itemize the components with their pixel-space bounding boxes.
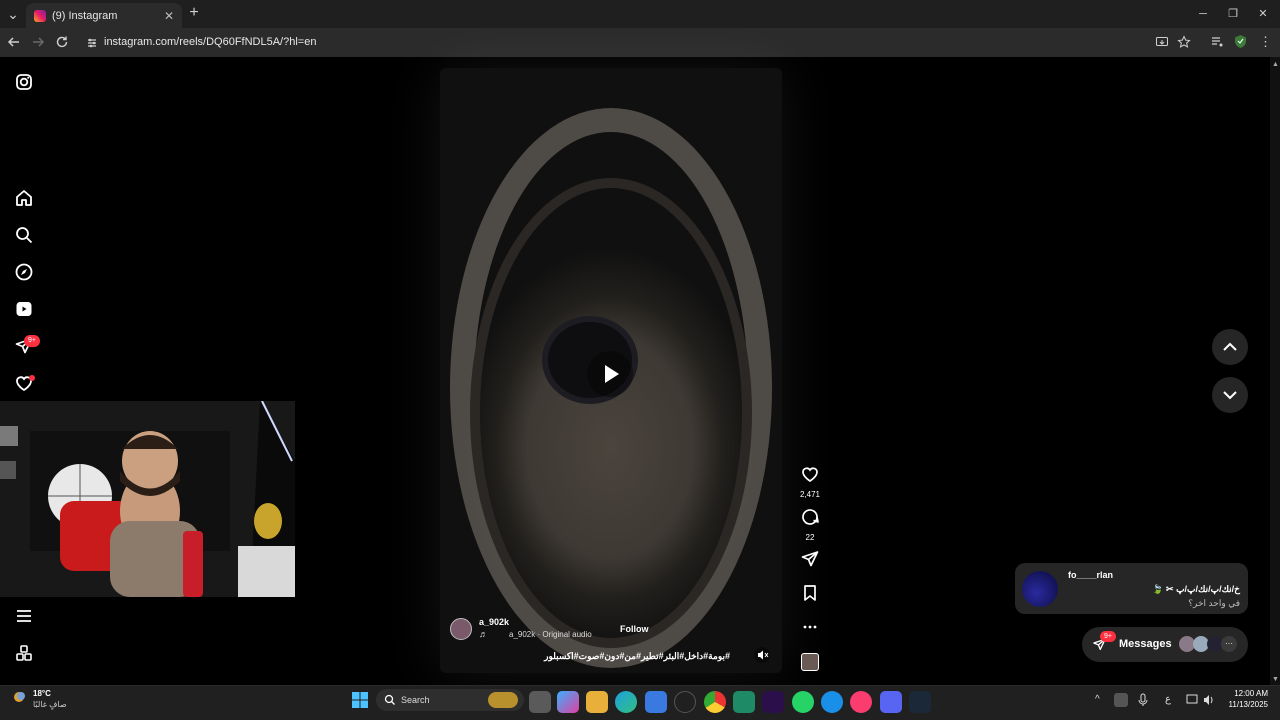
messages-pill-label: Messages: [1119, 638, 1172, 650]
comment-action[interactable]: 22: [798, 507, 822, 542]
new-tab-button[interactable]: +: [187, 5, 201, 21]
messages-pill-badge: 9+: [1100, 631, 1116, 642]
comment-icon: [802, 509, 819, 525]
microphone-icon[interactable]: [1137, 693, 1149, 707]
tab-title: (9) Instagram: [52, 9, 118, 22]
menu-icon[interactable]: [14, 606, 34, 626]
more-icon[interactable]: [14, 643, 34, 663]
more-contacts: ···: [1221, 636, 1237, 652]
store-icon[interactable]: [645, 691, 667, 713]
task-view-icon[interactable]: [529, 691, 551, 713]
messages-pill[interactable]: 9+ Messages ···: [1082, 627, 1248, 662]
next-reel-button[interactable]: [1212, 377, 1248, 413]
music-icon: ♬: [479, 629, 488, 639]
edge-icon[interactable]: [615, 691, 637, 713]
reels-icon[interactable]: [14, 299, 34, 319]
weather-temp: 18°C: [33, 689, 51, 698]
chrome-icon[interactable]: [704, 691, 726, 713]
instagram-favicon-icon: [34, 9, 46, 22]
like-icon: [802, 467, 818, 482]
explore-icon[interactable]: [14, 262, 34, 282]
like-action[interactable]: 2,471: [798, 464, 822, 499]
window-minimize-button[interactable]: ─: [1196, 7, 1210, 21]
more-options-icon[interactable]: [798, 617, 822, 642]
network-volume-icon[interactable]: [1186, 693, 1216, 707]
author-username[interactable]: a_902k: [479, 617, 509, 627]
app-icon[interactable]: [821, 691, 843, 713]
play-button[interactable]: [587, 351, 633, 397]
message-notification[interactable]: fo____rlan خ/نك/پ/نك/پ/پ ✂ 🍃 في واحد اخر…: [1015, 563, 1248, 614]
audio-thumbnail[interactable]: [801, 653, 819, 671]
browser-menu-icon[interactable]: ⋮: [1259, 35, 1272, 49]
tab-close-icon[interactable]: ✕: [164, 9, 174, 23]
messages-badge: 9+: [24, 335, 40, 347]
copilot-icon[interactable]: [557, 691, 579, 713]
reload-icon[interactable]: [54, 34, 70, 50]
webcam-overlay: [0, 401, 295, 597]
back-icon[interactable]: [6, 34, 22, 50]
taskbar-search-icon: [384, 694, 395, 705]
file-explorer-icon[interactable]: [586, 691, 608, 713]
site-info-icon[interactable]: [86, 36, 98, 48]
notification-line2: في واحد اخر؟: [1188, 598, 1240, 608]
notification-line1: خ/نك/پ/نك/پ/پ ✂ 🍃: [1152, 584, 1240, 594]
weather-desc: صافٍ غالبًا: [33, 700, 67, 709]
tray-overflow-icon[interactable]: ^: [1095, 694, 1100, 705]
media-controls-icon[interactable]: [1210, 35, 1224, 49]
sender-name: fo____rlan: [1068, 570, 1114, 580]
mute-icon[interactable]: [754, 647, 770, 663]
weather-icon[interactable]: [12, 689, 28, 705]
taskbar: [0, 685, 1280, 720]
start-icon[interactable]: [352, 692, 368, 708]
taskbar-search-label: Search: [401, 695, 430, 705]
clock-time[interactable]: 12:00 AM: [1224, 689, 1268, 698]
instagram-icon[interactable]: [14, 72, 34, 92]
previous-reel-button[interactable]: [1212, 329, 1248, 365]
share-icon[interactable]: [798, 549, 822, 574]
author-avatar[interactable]: [450, 618, 472, 640]
app-icon[interactable]: [733, 691, 755, 713]
url-text: instagram.com/reels/DQ60FfNDL5A/?hl=en: [104, 36, 317, 48]
install-app-icon[interactable]: [1155, 35, 1169, 49]
tab-list-icon[interactable]: ⌄: [6, 7, 20, 21]
discord-icon[interactable]: [880, 691, 902, 713]
tray-app-icon[interactable]: [1114, 693, 1128, 707]
browser-tab[interactable]: (9) Instagram ✕: [26, 3, 182, 28]
input-language[interactable]: ع: [1165, 694, 1171, 705]
premiere-icon[interactable]: [762, 691, 784, 713]
app-icon[interactable]: [674, 691, 696, 713]
steam-icon[interactable]: [909, 691, 931, 713]
window-close-button[interactable]: ✕: [1256, 7, 1270, 21]
comment-count: 22: [805, 533, 815, 542]
bookmark-star-icon[interactable]: [1177, 35, 1191, 49]
clock-date[interactable]: 11/13/2025: [1224, 700, 1268, 709]
whatsapp-icon[interactable]: [792, 691, 814, 713]
reel-caption[interactable]: #بومة#داخل#البئر#تطير#من#دون#صوت#اكسبلور: [535, 651, 730, 662]
well-inner-edge: [470, 178, 752, 648]
search-icon[interactable]: [14, 225, 34, 245]
reel-video[interactable]: a_902k ♬ a_902k · Original audio Follow …: [440, 68, 782, 673]
window-restore-button[interactable]: ❐: [1226, 7, 1240, 21]
like-count: 2,471: [799, 490, 821, 499]
extension-icon[interactable]: [1233, 34, 1248, 49]
follow-button[interactable]: Follow: [620, 624, 649, 634]
sender-avatar: [1022, 571, 1058, 607]
audio-label[interactable]: a_902k · Original audio: [509, 630, 592, 639]
taskbar-search[interactable]: Search: [376, 689, 524, 711]
home-icon[interactable]: [14, 188, 34, 208]
save-icon[interactable]: [798, 583, 822, 608]
address-bar[interactable]: instagram.com/reels/DQ60FfNDL5A/?hl=en: [80, 31, 1200, 53]
search-highlight-icon: [488, 692, 518, 708]
notification-dot: [29, 375, 35, 381]
forward-icon[interactable]: [30, 34, 46, 50]
scrollbar[interactable]: ▲ ▼: [1270, 57, 1280, 685]
itunes-icon[interactable]: [850, 691, 872, 713]
